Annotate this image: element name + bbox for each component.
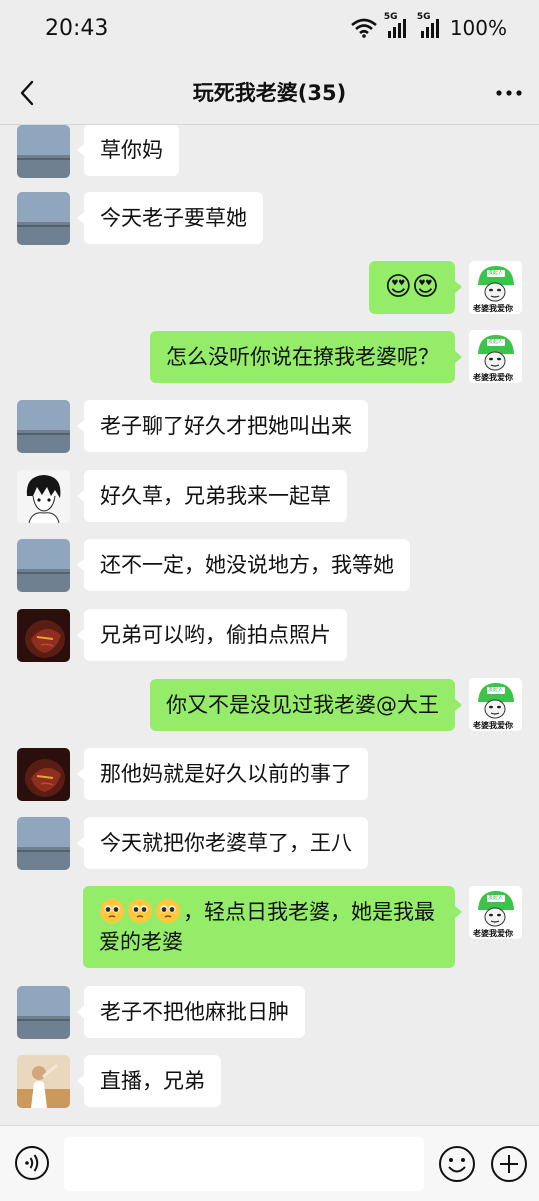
signal-icon-1: 5G bbox=[384, 12, 410, 38]
meme-caption: 老婆我爱你 bbox=[473, 929, 513, 938]
message-bubble[interactable]: 你又不是没见过我老婆@大王 bbox=[150, 679, 462, 731]
avatar-lake[interactable] bbox=[17, 539, 70, 592]
avatar-lake[interactable] bbox=[17, 986, 70, 1039]
meme-caption: 老婆我爱你 bbox=[473, 373, 513, 382]
wifi-icon bbox=[350, 18, 377, 38]
message-bubble[interactable]: 那他妈就是好久以前的事了 bbox=[77, 748, 368, 800]
message-input[interactable] bbox=[64, 1137, 424, 1191]
message-bubble[interactable]: 好久草，兄弟我来一起草 bbox=[77, 470, 347, 522]
status-indicators: 5G 5G 100% bbox=[350, 12, 507, 40]
meme-tag: 发起人 bbox=[488, 895, 504, 901]
message-bubble[interactable]: 怎么没听你说在撩我老婆呢？ bbox=[150, 331, 462, 383]
chat-header: 玩死我老婆(35) bbox=[0, 62, 539, 125]
message-bubble[interactable]: 直播，兄弟 bbox=[77, 1055, 221, 1107]
message-bubble[interactable]: 😍😍 bbox=[368, 261, 463, 314]
avatar-panda-meme[interactable]: 发起人 老婆我爱你 bbox=[469, 261, 522, 314]
avatar-panda-meme[interactable]: 发起人 老婆我爱你 bbox=[469, 886, 522, 939]
meme-tag: 发起人 bbox=[488, 339, 504, 345]
pleading-face-icon bbox=[100, 899, 124, 923]
emoji-icon[interactable] bbox=[438, 1145, 476, 1183]
avatar-lake[interactable] bbox=[17, 400, 70, 453]
message-list[interactable]: 草你妈 今天老子要草她 发起人 老婆我爱你 😍😍 发起人 老婆我爱你 怎么没听你… bbox=[0, 125, 539, 1125]
message-bubble[interactable]: 草你妈 bbox=[77, 125, 179, 176]
message-bubble[interactable]: 今天就把你老婆草了，王八 bbox=[77, 817, 368, 869]
battery-percent: 100% bbox=[449, 16, 507, 40]
avatar-lake[interactable] bbox=[17, 192, 70, 245]
meme-caption: 老婆我爱你 bbox=[473, 721, 513, 730]
status-bar: 20:43 5G 5G 100% bbox=[0, 0, 539, 62]
signal-icon-2: 5G bbox=[417, 12, 443, 38]
chat-title: 玩死我老婆(35) bbox=[192, 81, 347, 105]
pleading-face-icon bbox=[128, 899, 152, 923]
input-bar bbox=[0, 1125, 539, 1201]
meme-caption: 老婆我爱你 bbox=[473, 304, 513, 313]
voice-input-icon[interactable] bbox=[14, 1145, 50, 1181]
pleading-face-icon bbox=[156, 899, 180, 923]
avatar-anime[interactable] bbox=[17, 470, 70, 523]
avatar-panda-meme[interactable]: 发起人 老婆我爱你 bbox=[469, 330, 522, 383]
plus-icon[interactable] bbox=[490, 1145, 528, 1183]
message-bubble[interactable]: ，轻点日我老婆，她是我最爱的老婆 bbox=[83, 886, 462, 968]
more-options-icon[interactable] bbox=[493, 79, 525, 107]
meme-tag: 发起人 bbox=[488, 270, 504, 276]
status-time: 20:43 bbox=[45, 16, 109, 41]
message-bubble[interactable]: 兄弟可以哟，偷拍点照片 bbox=[77, 609, 347, 661]
avatar-warrior[interactable] bbox=[17, 609, 70, 662]
avatar-panda-meme[interactable]: 发起人 老婆我爱你 bbox=[469, 678, 522, 731]
meme-tag: 发起人 bbox=[488, 687, 504, 693]
avatar-warrior[interactable] bbox=[17, 748, 70, 801]
message-bubble[interactable]: 老子聊了好久才把她叫出来 bbox=[77, 400, 368, 452]
message-bubble[interactable]: 还不一定，她没说地方，我等她 bbox=[77, 539, 410, 591]
message-bubble[interactable]: 老子不把他麻批日肿 bbox=[77, 986, 305, 1038]
avatar-lake[interactable] bbox=[17, 817, 70, 870]
avatar-lake[interactable] bbox=[17, 125, 70, 178]
avatar-girl[interactable] bbox=[17, 1055, 70, 1108]
message-bubble[interactable]: 今天老子要草她 bbox=[77, 192, 263, 244]
